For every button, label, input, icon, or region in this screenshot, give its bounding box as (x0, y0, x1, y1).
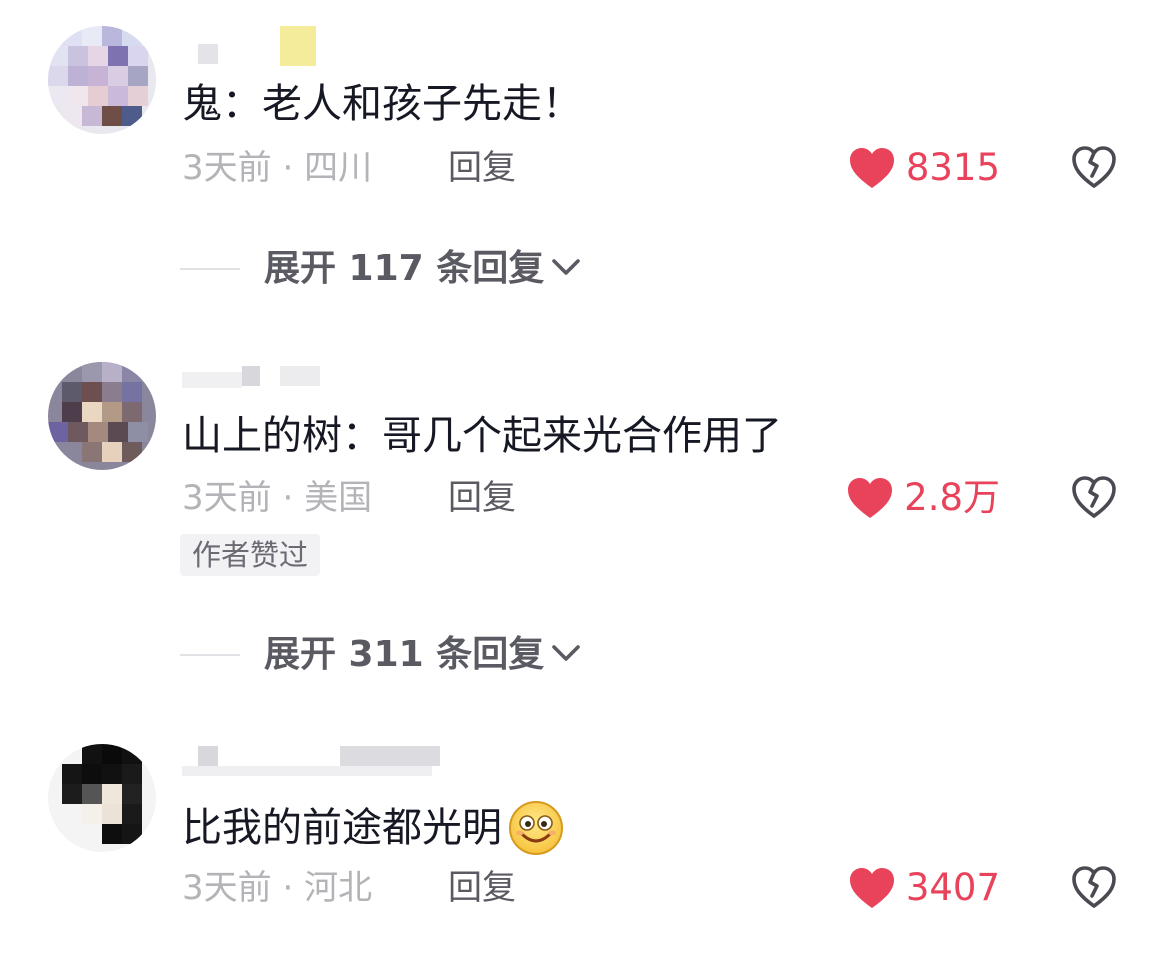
comment-location: 河北 (304, 868, 373, 908)
heart-icon (848, 866, 896, 910)
broken-heart-icon[interactable] (1070, 864, 1118, 912)
comment-item: 比我的前途都光明 3天前 · 河北 回复 3407 (0, 0, 1170, 959)
username-redacted (182, 766, 432, 776)
comment-meta: 3天前 · 河北 (182, 868, 372, 908)
avatar[interactable] (48, 744, 156, 852)
smile-emoji (508, 800, 564, 856)
comment-time: 3天前 (182, 868, 272, 908)
comment-text[interactable]: 比我的前途都光明 (182, 800, 564, 856)
like-button[interactable]: 3407 (848, 864, 1000, 912)
meta-separator: · (271, 868, 305, 908)
comment-text-content: 比我的前途都光明 (182, 805, 502, 851)
reply-button[interactable]: 回复 (448, 868, 516, 908)
username-redacted (198, 746, 218, 766)
username-redacted (340, 746, 440, 766)
like-count: 3407 (905, 866, 1000, 909)
